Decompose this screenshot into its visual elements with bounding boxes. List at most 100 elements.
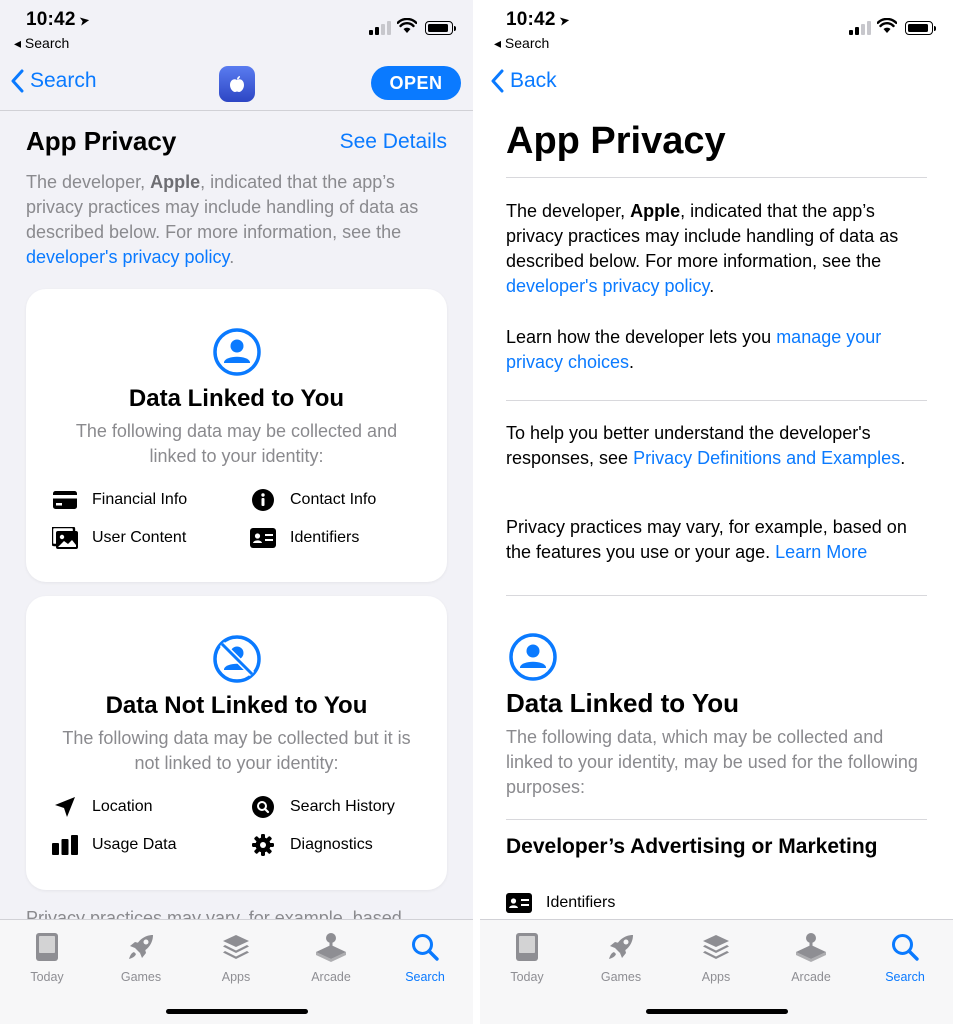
location-arrow-icon: ➤ (557, 12, 571, 29)
photo-icon (52, 527, 78, 549)
joystick-icon (316, 933, 346, 962)
divider (506, 177, 927, 178)
app-icon (219, 66, 255, 102)
chevron-left-icon (491, 69, 504, 93)
person-slash-icon (212, 635, 261, 683)
data-type-location: Location (52, 796, 153, 818)
data-type-identifiers: Identifiers (506, 893, 615, 913)
tab-today[interactable]: Today (487, 930, 567, 984)
privacy-description: The developer, Apple, indicated that the… (506, 201, 899, 296)
data-type-search-history: Search History (250, 796, 395, 818)
tab-games[interactable]: Games (101, 930, 181, 984)
today-icon (36, 933, 58, 961)
privacy-variance-note: Privacy practices may vary, for example,… (26, 908, 402, 919)
tab-bar: Today Games Apps Arcade Search (0, 919, 473, 1024)
tab-bar: Today Games Apps Arcade Search (480, 919, 953, 1024)
search-icon (412, 934, 439, 961)
page-title: App Privacy (26, 126, 177, 156)
id-card-icon (250, 528, 276, 548)
search-circle-icon (252, 796, 274, 818)
joystick-icon (796, 933, 826, 962)
data-not-linked-card[interactable]: Data Not Linked to You The following dat… (26, 596, 447, 890)
cellular-signal-icon (369, 21, 391, 35)
page-title: App Privacy (506, 120, 726, 162)
person-circle-icon (509, 633, 557, 681)
info-circle-icon (252, 489, 274, 511)
nav-bar: Back (480, 56, 953, 111)
status-time: 10:42 ➤ (506, 9, 571, 30)
location-arrow-icon: ➤ (77, 12, 91, 29)
card-title: Data Linked to You (128, 385, 345, 412)
tab-apps[interactable]: Apps (196, 930, 276, 984)
card-subtitle: The following data may be collected but … (62, 728, 411, 773)
battery-icon (425, 21, 456, 35)
tab-arcade[interactable]: Arcade (291, 930, 371, 984)
tab-apps[interactable]: Apps (676, 930, 756, 984)
stack-icon (223, 935, 249, 959)
stack-icon (703, 935, 729, 959)
gear-icon (252, 834, 274, 856)
back-button[interactable]: Search (10, 69, 97, 93)
cellular-signal-icon (849, 21, 871, 35)
today-icon (516, 933, 538, 961)
privacy-variance-text: Privacy practices may vary, for example,… (506, 517, 907, 562)
data-type-financial-info: Financial Info (52, 489, 187, 511)
tab-search[interactable]: Search (385, 930, 465, 984)
home-indicator[interactable] (645, 1009, 788, 1014)
open-button[interactable]: OPEN (371, 66, 461, 100)
privacy-policy-link[interactable]: developer's privacy policy (506, 276, 709, 296)
battery-icon (905, 21, 936, 35)
status-bar: 10:42 ➤ ◂ Search (480, 0, 953, 56)
person-circle-icon (212, 328, 261, 376)
rocket-icon (609, 935, 633, 959)
back-label: Search (30, 69, 97, 92)
wifi-icon (397, 18, 417, 33)
tab-games[interactable]: Games (581, 930, 661, 984)
learn-more-link[interactable]: Learn More (775, 542, 867, 562)
data-type-contact-info: Contact Info (250, 489, 376, 511)
divider (506, 400, 927, 401)
back-to-app-link[interactable]: ◂ Search (14, 35, 69, 52)
bar-chart-icon (52, 835, 78, 855)
left-screen: 10:42 ➤ ◂ Search Search OPEN App Privacy … (0, 0, 473, 1024)
data-type-usage-data: Usage Data (52, 834, 177, 856)
back-label: Back (510, 69, 557, 92)
status-time: 10:42 ➤ (26, 9, 91, 30)
credit-card-icon (53, 491, 77, 509)
divider (506, 595, 927, 596)
right-screen: 10:42 ➤ ◂ Search Back App Privacy The dev… (480, 0, 953, 1024)
card-subtitle: The following data may be collected and … (75, 421, 398, 466)
tab-search[interactable]: Search (865, 930, 945, 984)
card-title: Data Not Linked to You (105, 692, 368, 719)
wifi-icon (877, 18, 897, 33)
apple-logo-icon (230, 76, 244, 92)
location-arrow-icon (55, 797, 75, 817)
data-type-user-content: User Content (52, 527, 186, 549)
home-indicator[interactable] (165, 1009, 308, 1014)
data-linked-card[interactable]: Data Linked to You The following data ma… (26, 289, 447, 582)
chevron-left-icon (11, 69, 24, 93)
privacy-policy-link[interactable]: developer's privacy policy (26, 247, 229, 267)
see-details-link[interactable]: See Details (340, 130, 447, 154)
manage-choices-text: Learn how the developer lets you manage … (506, 327, 882, 372)
back-button[interactable]: Back (490, 69, 557, 93)
section-subtitle: The following data, which may be collect… (506, 727, 918, 797)
id-card-icon (506, 893, 532, 913)
status-bar: 10:42 ➤ ◂ Search (0, 0, 473, 56)
section-title: Data Linked to You (506, 688, 740, 718)
privacy-definitions-link[interactable]: Privacy Definitions and Examples (633, 448, 900, 468)
nav-bar: Search OPEN (0, 56, 473, 111)
divider (506, 819, 927, 820)
tab-arcade[interactable]: Arcade (771, 930, 851, 984)
rocket-icon (129, 935, 153, 959)
purpose-title: Developer’s Advertising or Marketing (506, 835, 878, 858)
search-icon (892, 934, 919, 961)
screen-divider (473, 0, 480, 1024)
data-type-diagnostics: Diagnostics (250, 834, 373, 856)
privacy-summary: App Privacy See Details The developer, A… (0, 112, 473, 919)
privacy-description: The developer, Apple, indicated that the… (26, 172, 419, 267)
back-to-app-link[interactable]: ◂ Search (494, 35, 549, 52)
definitions-text: To help you better understand the develo… (506, 423, 906, 468)
tab-today[interactable]: Today (7, 930, 87, 984)
data-type-identifiers: Identifiers (250, 527, 359, 549)
